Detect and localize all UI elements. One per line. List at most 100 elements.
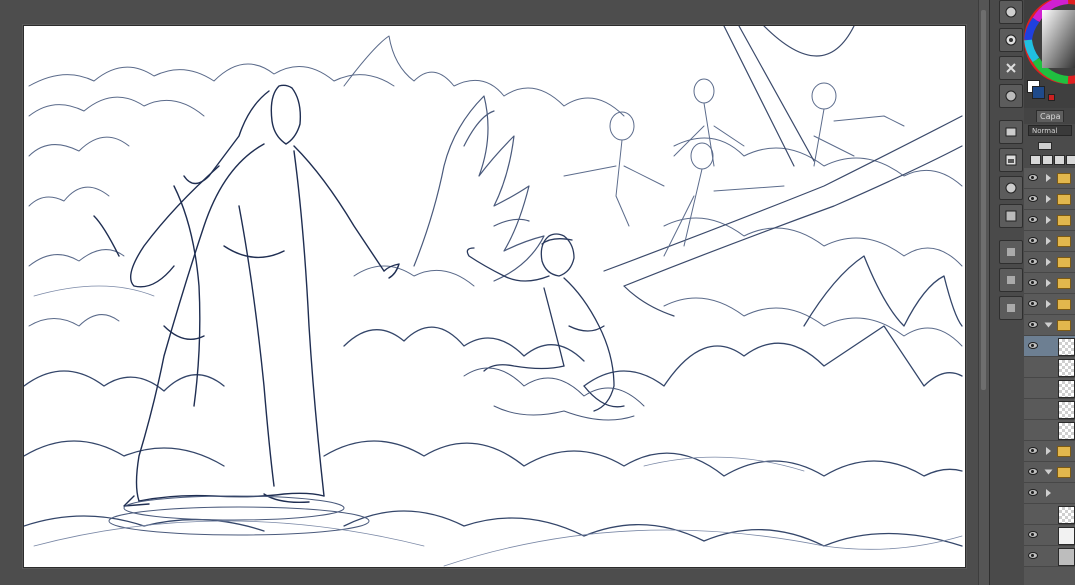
tool-preset-2-icon[interactable] bbox=[999, 268, 1023, 292]
layer-folder-row[interactable] bbox=[1024, 210, 1075, 231]
brush-tool-icon[interactable] bbox=[999, 0, 1023, 24]
folder-icon bbox=[1057, 320, 1071, 331]
layer-thumbnail bbox=[1058, 380, 1075, 398]
layer-row-selected[interactable] bbox=[1024, 336, 1075, 357]
layer-row[interactable] bbox=[1024, 504, 1075, 525]
expand-arrow-icon[interactable] bbox=[1046, 489, 1051, 497]
layer-row[interactable] bbox=[1024, 525, 1075, 546]
layer-folder-row[interactable] bbox=[1024, 441, 1075, 462]
wave-layer-front bbox=[24, 255, 963, 547]
layer-folder-row[interactable] bbox=[1024, 231, 1075, 252]
eraser-tool-icon[interactable] bbox=[999, 56, 1023, 80]
eye-icon[interactable] bbox=[1028, 300, 1038, 307]
move-tool-icon[interactable] bbox=[999, 176, 1023, 200]
blend-mode-row: Normal bbox=[1024, 124, 1075, 138]
accent-color-swatch[interactable] bbox=[1048, 94, 1055, 101]
jesus-figure bbox=[93, 84, 400, 507]
layer-folder-row[interactable] bbox=[1024, 273, 1075, 294]
delete-layer-icon[interactable] bbox=[1066, 155, 1075, 165]
eye-icon[interactable] bbox=[1028, 216, 1038, 223]
text-tool-icon[interactable] bbox=[999, 204, 1023, 228]
layer-thumbnail bbox=[1058, 401, 1075, 419]
folder-icon bbox=[1057, 467, 1071, 478]
eye-icon[interactable] bbox=[1028, 321, 1038, 328]
drawing-canvas[interactable] bbox=[23, 25, 966, 568]
layer-row[interactable] bbox=[1024, 420, 1075, 441]
tool-palette-column bbox=[990, 0, 1025, 585]
layer-folder-row[interactable] bbox=[1024, 189, 1075, 210]
eye-icon[interactable] bbox=[1028, 342, 1038, 349]
right-side-panel: Capa Normal bbox=[989, 0, 1075, 585]
layer-folder-row[interactable] bbox=[1024, 168, 1075, 189]
color-wheel-panel[interactable] bbox=[1024, 0, 1075, 108]
folder-icon bbox=[1057, 215, 1071, 226]
folder-icon bbox=[1057, 194, 1071, 205]
layer-tool-icon[interactable] bbox=[999, 148, 1023, 172]
folder-icon bbox=[1057, 257, 1071, 268]
collapse-arrow-icon[interactable] bbox=[1044, 469, 1053, 475]
layer-thumbnail bbox=[1058, 548, 1075, 566]
eye-icon[interactable] bbox=[1028, 237, 1038, 244]
layer-thumbnail bbox=[1058, 422, 1075, 440]
layer-tools-row bbox=[1024, 138, 1075, 169]
layer-list bbox=[1024, 168, 1075, 585]
expand-arrow-icon[interactable] bbox=[1046, 174, 1051, 182]
fill-tool-icon[interactable] bbox=[999, 84, 1023, 108]
scrollbar-thumb[interactable] bbox=[981, 10, 986, 390]
layer-option-icon[interactable] bbox=[1038, 142, 1052, 150]
eye-icon[interactable] bbox=[1028, 447, 1038, 454]
expand-arrow-icon[interactable] bbox=[1046, 279, 1051, 287]
eye-icon[interactable] bbox=[1028, 258, 1038, 265]
layer-row[interactable] bbox=[1024, 483, 1075, 504]
expand-arrow-icon[interactable] bbox=[1046, 237, 1051, 245]
selection-tool-icon[interactable] bbox=[999, 120, 1023, 144]
expand-arrow-icon[interactable] bbox=[1046, 195, 1051, 203]
new-folder-icon[interactable] bbox=[1042, 155, 1053, 165]
layer-thumbnail bbox=[1058, 527, 1075, 545]
layer-row[interactable] bbox=[1024, 378, 1075, 399]
layer-folder-row[interactable] bbox=[1024, 294, 1075, 315]
layer-row[interactable] bbox=[1024, 399, 1075, 420]
new-layer-icon[interactable] bbox=[1030, 155, 1041, 165]
layer-thumbnail bbox=[1058, 506, 1075, 524]
folder-icon bbox=[1057, 278, 1071, 289]
layer-folder-row[interactable] bbox=[1024, 252, 1075, 273]
eye-icon[interactable] bbox=[1028, 195, 1038, 202]
folder-icon bbox=[1057, 446, 1071, 457]
wave-splash bbox=[413, 95, 545, 282]
eye-icon[interactable] bbox=[1028, 552, 1038, 559]
canvas-workspace bbox=[0, 0, 989, 585]
eye-icon[interactable] bbox=[1028, 468, 1038, 475]
layer-folder-row-open[interactable] bbox=[1024, 315, 1075, 336]
paint-app-window: Capa Normal bbox=[0, 0, 1075, 585]
expand-arrow-icon[interactable] bbox=[1046, 447, 1051, 455]
layer-row[interactable] bbox=[1024, 546, 1075, 567]
layer-row[interactable] bbox=[1024, 357, 1075, 378]
blend-mode-select[interactable]: Normal bbox=[1028, 125, 1072, 136]
folder-icon bbox=[1057, 173, 1071, 184]
expand-arrow-icon[interactable] bbox=[1046, 258, 1051, 266]
collapse-arrow-icon[interactable] bbox=[1044, 322, 1053, 328]
layer-thumbnail bbox=[1058, 338, 1075, 356]
eye-icon[interactable] bbox=[1028, 489, 1038, 496]
pen-tool-icon[interactable] bbox=[999, 28, 1023, 52]
expand-arrow-icon[interactable] bbox=[1046, 300, 1051, 308]
duplicate-layer-icon[interactable] bbox=[1054, 155, 1065, 165]
sub-color-swatch[interactable] bbox=[1032, 86, 1045, 99]
folder-icon bbox=[1057, 299, 1071, 310]
sea-streaks bbox=[33, 285, 963, 567]
tool-preset-1-icon[interactable] bbox=[999, 240, 1023, 264]
canvas-vertical-scrollbar[interactable] bbox=[978, 0, 989, 585]
layer-panel-header: Capa bbox=[1024, 108, 1075, 125]
layer-tab[interactable]: Capa bbox=[1036, 110, 1065, 122]
tool-preset-3-icon[interactable] bbox=[999, 296, 1023, 320]
expand-arrow-icon[interactable] bbox=[1046, 216, 1051, 224]
boat bbox=[603, 26, 963, 317]
folder-icon bbox=[1057, 236, 1071, 247]
eye-icon[interactable] bbox=[1028, 279, 1038, 286]
layer-thumbnail bbox=[1058, 359, 1075, 377]
eye-icon[interactable] bbox=[1028, 174, 1038, 181]
eye-icon[interactable] bbox=[1028, 531, 1038, 538]
peter-figure bbox=[466, 233, 625, 412]
layer-folder-row-open[interactable] bbox=[1024, 462, 1075, 483]
